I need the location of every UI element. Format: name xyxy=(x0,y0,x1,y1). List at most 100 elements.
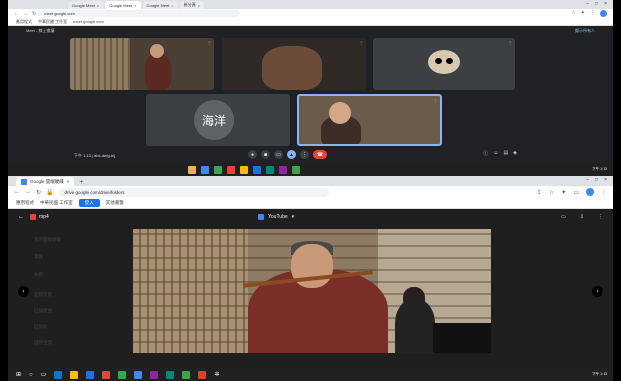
forward-icon[interactable]: → xyxy=(23,11,28,17)
app-icon[interactable] xyxy=(227,165,235,174)
avatar[interactable] xyxy=(600,10,607,17)
app-icon[interactable] xyxy=(86,370,95,379)
close-icon[interactable]: × xyxy=(171,3,173,8)
people-icon[interactable]: ☺ xyxy=(493,150,498,157)
previous-icon[interactable]: ‹ xyxy=(18,286,29,297)
more-options-icon[interactable]: ⋮ xyxy=(300,150,309,159)
more-icon[interactable]: ⋮ xyxy=(508,40,512,45)
close-icon[interactable]: × xyxy=(97,3,99,8)
share-icon[interactable]: ⇪ xyxy=(537,189,542,196)
back-icon[interactable]: ← xyxy=(14,11,19,17)
start-icon[interactable]: ⊞ xyxy=(16,371,21,378)
app-icon[interactable] xyxy=(214,165,222,174)
close-window-icon[interactable]: × xyxy=(604,1,607,7)
app-icon[interactable] xyxy=(182,370,191,379)
bookmark-item[interactable]: 應用程式 xyxy=(16,19,32,25)
info-icon[interactable]: ⓘ xyxy=(483,150,488,157)
end-call-icon[interactable]: ☎ xyxy=(313,150,327,159)
app-icon[interactable] xyxy=(198,370,207,379)
participant-tile[interactable]: ⋮ xyxy=(70,38,214,90)
more-icon[interactable]: ⋮ xyxy=(598,214,603,220)
participant-tile-self[interactable]: ⋮ xyxy=(297,94,442,146)
tab[interactable]: Google Meet × xyxy=(142,1,178,9)
avatar[interactable] xyxy=(586,188,594,196)
participant-tile[interactable]: ⋮ xyxy=(222,38,366,90)
gear-icon[interactable]: ✲ xyxy=(214,371,219,378)
app-icon[interactable] xyxy=(102,370,111,379)
show-everyone-link[interactable]: 顯示所有人 xyxy=(575,28,595,34)
tab[interactable]: Google Meet × xyxy=(105,1,141,9)
cast-icon[interactable]: ▭ xyxy=(573,189,579,196)
participant-tile[interactable]: 海洋 xyxy=(146,94,290,146)
file-title: mp4 xyxy=(30,214,49,220)
present-icon[interactable]: ▲ xyxy=(287,150,296,159)
close-window-icon[interactable]: × xyxy=(604,177,607,183)
extension-icon[interactable]: ✦ xyxy=(581,10,585,17)
participant-tile[interactable]: ⋮ xyxy=(373,38,515,90)
star-icon[interactable]: ☆ xyxy=(571,10,575,17)
video-player[interactable] xyxy=(133,229,491,353)
bookmark-item[interactable]: 其他書籤 xyxy=(106,200,124,206)
clock[interactable]: 下午 1:13 xyxy=(592,167,613,172)
close-icon[interactable]: × xyxy=(134,3,136,8)
app-icon[interactable] xyxy=(279,165,287,174)
menu-icon[interactable]: ⋮ xyxy=(601,189,607,196)
back-icon[interactable]: ← xyxy=(14,189,20,195)
app-icon[interactable] xyxy=(70,370,79,379)
bookmark-item[interactable]: 中華民國 工作室 xyxy=(40,200,73,206)
download-icon[interactable]: ⇩ xyxy=(580,214,584,220)
app-icon[interactable] xyxy=(201,165,209,174)
activities-icon[interactable]: ◈ xyxy=(513,150,517,157)
tab[interactable]: 新分頁 × xyxy=(179,1,205,9)
lock-icon[interactable]: 🔒 xyxy=(46,189,53,196)
next-icon[interactable]: › xyxy=(592,286,603,297)
app-icon[interactable] xyxy=(266,165,274,174)
app-icon[interactable] xyxy=(166,370,175,379)
captions-icon[interactable]: ▭ xyxy=(274,150,283,159)
more-icon[interactable]: ⋮ xyxy=(359,40,363,45)
bookmark-item[interactable]: meet.google.com xyxy=(73,19,104,24)
close-icon[interactable]: × xyxy=(198,3,200,8)
new-tab-icon[interactable]: + xyxy=(76,179,86,186)
app-icon[interactable] xyxy=(134,370,143,379)
close-icon[interactable]: × xyxy=(67,179,70,184)
star-icon[interactable]: ☆ xyxy=(549,189,554,196)
bookmark-item[interactable]: 應用程式 xyxy=(16,200,34,206)
maximize-icon[interactable]: □ xyxy=(595,1,598,7)
tab[interactable]: Google 雲端硬碟 × xyxy=(16,177,75,186)
tab-strip: Google 雲端硬碟 × + – □ × xyxy=(8,176,613,186)
reload-icon[interactable]: ↻ xyxy=(32,11,36,17)
taskbar: ⊞ ○ ▭ ✲ 下午 1:13 xyxy=(8,368,613,381)
tab[interactable]: Google Meet × xyxy=(68,1,104,9)
extension-icon[interactable]: ✦ xyxy=(561,189,566,196)
bookmark-item[interactable]: 中華民國 工作室 xyxy=(38,19,67,25)
comment-icon[interactable]: ▭ xyxy=(561,214,566,220)
bookmark-chip[interactable]: 登入 xyxy=(78,199,100,207)
open-with[interactable]: YouTube ▾ xyxy=(258,214,294,220)
app-icon[interactable] xyxy=(188,165,196,174)
app-icon[interactable] xyxy=(54,370,63,379)
more-icon[interactable]: ⋮ xyxy=(433,98,437,103)
app-icon[interactable] xyxy=(118,370,127,379)
url-field[interactable]: drive.google.com/drive/folders xyxy=(58,187,329,197)
url-field[interactable]: meet.google.com xyxy=(40,10,241,17)
minimize-icon[interactable]: – xyxy=(586,177,589,183)
app-icon[interactable] xyxy=(240,165,248,174)
maximize-icon[interactable]: □ xyxy=(595,177,598,183)
app-icon[interactable] xyxy=(253,165,261,174)
minimize-icon[interactable]: – xyxy=(586,1,589,7)
app-icon[interactable] xyxy=(150,370,159,379)
sidebar-ghost-item: 垃圾桶 xyxy=(34,324,48,329)
app-icon[interactable] xyxy=(292,165,300,174)
search-icon[interactable]: ○ xyxy=(29,372,33,378)
clock[interactable]: 下午 1:13 xyxy=(592,372,613,377)
menu-icon[interactable]: ⋮ xyxy=(590,10,595,17)
taskview-icon[interactable]: ▭ xyxy=(41,371,47,378)
reload-icon[interactable]: ↻ xyxy=(36,189,41,196)
mic-icon[interactable]: ● xyxy=(248,150,257,159)
forward-icon[interactable]: → xyxy=(25,189,31,195)
back-arrow-icon[interactable]: ← xyxy=(18,214,24,220)
more-icon[interactable]: ⋮ xyxy=(207,40,211,45)
camera-icon[interactable]: ■ xyxy=(261,150,270,159)
chat-icon[interactable]: ▤ xyxy=(503,150,508,157)
